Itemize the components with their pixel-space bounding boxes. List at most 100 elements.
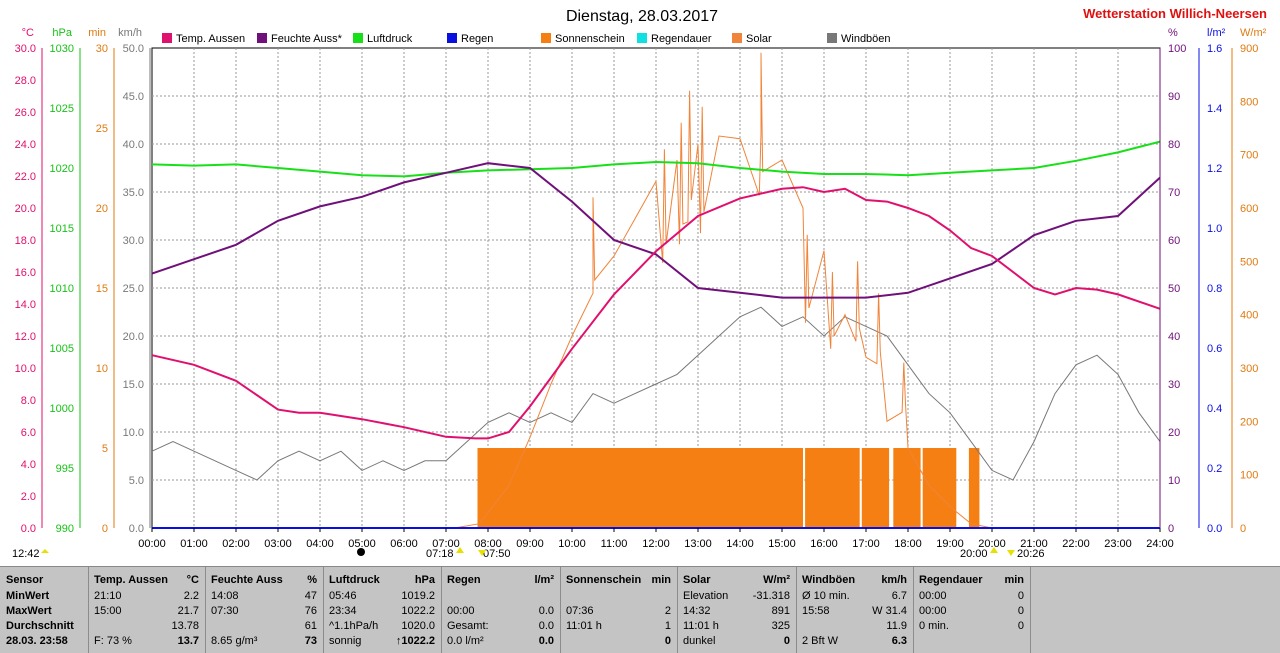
axis-unit-left: °C (22, 27, 34, 39)
axis-tick-right: 0 (1168, 523, 1174, 535)
axis-tick-label-x: 10:00 (558, 538, 586, 550)
axis-tick-right: 80 (1168, 139, 1180, 151)
axis-tick-left: 1030 (50, 43, 74, 55)
stats-row: dunkel 0 (683, 635, 790, 647)
axis-tick-right: 100 (1168, 43, 1186, 55)
stats-header: Feuchte Auss% (211, 574, 317, 586)
axis-tick-label-x: 17:00 (852, 538, 880, 550)
axis-tick-right: 0 (1240, 523, 1246, 535)
axis-tick-right: 40 (1168, 331, 1180, 343)
legend-label: Solar (746, 33, 772, 45)
axis-tick-label-x: 16:00 (810, 538, 838, 550)
legend-swatch (637, 33, 647, 43)
stats-row: Ø 10 min. 6.7 (802, 590, 907, 602)
stats-column: Regen l/m² 00:00 0.0 Gesamt: 0.0 0.0 l/m² 0.0 (441, 567, 561, 653)
stats-row: 11.9 (886, 620, 907, 632)
axis-tick-left: 45.0 (123, 91, 144, 103)
sunset-time-b: 20:26 (1017, 548, 1045, 560)
axis-unit-left: hPa (52, 27, 72, 39)
stats-row: 00:00 0.0 (447, 605, 554, 617)
axis-tick-left: 15.0 (123, 379, 144, 391)
statistics-table: Sensor MinWert MaxWert Durchschnitt 28.03. 2… (0, 566, 1280, 653)
chart-title: Dienstag, 28.03.2017 (566, 8, 718, 25)
stats-row: 00:00 0 (919, 590, 1024, 602)
weather-chart: °C 30.0 28.0 26.0 24.0 22.0 20.0 18.0 16.0 14.0 12… (12, 6, 1267, 560)
axis-tick-left: 50.0 (123, 43, 144, 55)
axis-tick-label-x: 09:00 (516, 538, 544, 550)
sunshine-bars (477, 448, 980, 528)
axis-tick-label-x: 11:00 (601, 538, 628, 550)
sunshine-bar (968, 448, 980, 528)
stats-row: 11:01 h 325 (683, 620, 790, 632)
stats-row: MinWert (6, 590, 50, 602)
stats-row: 13.78 (171, 620, 199, 632)
axis-tick-left: 40.0 (123, 139, 144, 151)
axis-tick-label-x: 14:00 (726, 538, 754, 550)
legend-label: Regen (461, 33, 493, 45)
stats-row: 15:00 21.7 (94, 605, 199, 617)
axis-tick-left: 16.0 (15, 267, 36, 279)
axis-tick-right: 30 (1168, 379, 1180, 391)
axis-tick-left: 20.0 (15, 203, 36, 215)
sunrise-time-a: 07:18 (426, 548, 454, 560)
stats-row: 2 Bft W 6.3 (802, 635, 907, 647)
axis-tick-right: 900 (1240, 43, 1258, 55)
axis-tick-left: 22.0 (15, 171, 36, 183)
stats-row: F: 73 % 13.7 (94, 635, 199, 647)
axis-tick-left: 18.0 (15, 235, 36, 247)
stats-column: Regendauer min 00:00 0 00:00 0 0 min. 0 (913, 567, 1031, 653)
axis-tick-label-x: 23:00 (1104, 538, 1132, 550)
axis-tick-left: 995 (56, 463, 74, 475)
axis-tick-label-x: 04:00 (306, 538, 334, 550)
axis-tick-left: 990 (56, 523, 74, 535)
axis-tick-right: 0.0 (1207, 523, 1222, 535)
axis-tick-right: 20 (1168, 427, 1180, 439)
sunset-time-a: 20:00 (960, 548, 988, 560)
axis-tick-left: 12.0 (15, 331, 36, 343)
axis-tick-right: 60 (1168, 235, 1180, 247)
sunshine-bar (861, 448, 890, 528)
axis-tick-left: 25 (96, 123, 108, 135)
stats-header: Sonnenschein min (566, 574, 671, 586)
axis-tick-right: 0.8 (1207, 283, 1222, 295)
axis-tick-left: 5.0 (129, 475, 144, 487)
axis-unit-right: W/m² (1240, 27, 1267, 39)
legend-swatch (257, 33, 267, 43)
axis-tick-label-x: 06:00 (390, 538, 418, 550)
axis-tick-left: 24.0 (15, 139, 36, 151)
stats-column: Sensor MinWert MaxWert Durchschnitt 28.03. 2… (0, 567, 89, 653)
axis-tick-right: 10 (1168, 475, 1180, 487)
stats-row: 0.0 l/m² 0.0 (447, 635, 554, 647)
axis-tick-left: 10.0 (15, 363, 36, 375)
axis-tick-left: 8.0 (21, 395, 36, 407)
axis-tick-label-x: 22:00 (1062, 538, 1090, 550)
sunshine-bar (805, 448, 860, 528)
stats-row: ^1.1hPa/h 1020.0 (329, 620, 435, 632)
legend-label: Temp. Aussen (176, 33, 245, 45)
stats-row: Gesamt: 0.0 (447, 620, 554, 632)
axis-tick-right: 300 (1240, 363, 1258, 375)
axis-tick-left: 26.0 (15, 107, 36, 119)
axis-unit-right: l/m² (1207, 27, 1226, 39)
chart-legend: Temp. Aussen Feuchte Auss* Luftdruck Regen S… (162, 33, 891, 45)
axis-tick-right: 1.2 (1207, 163, 1222, 175)
stats-row (560, 589, 677, 604)
axis-tick-left: 1005 (50, 343, 74, 355)
axis-tick-left: 2.0 (21, 491, 36, 503)
axis-tick-label-x: 13:00 (684, 538, 712, 550)
stats-row (913, 634, 1030, 649)
stats-row: 8.65 g/m³ 73 (211, 635, 317, 647)
legend-swatch (827, 33, 837, 43)
axis-tick-right: 700 (1240, 150, 1258, 162)
axis-tick-label-x: 18:00 (894, 538, 922, 550)
moon-icon (41, 549, 49, 553)
axis-tick-right: 1.6 (1207, 43, 1222, 55)
stats-row: 05:46 1019.2 (329, 590, 435, 602)
stats-header: Solar W/m² (683, 574, 790, 586)
axis-tick-right: 50 (1168, 283, 1180, 295)
axis-tick-left: 5 (102, 443, 108, 455)
axis-tick-label-x: 03:00 (264, 538, 292, 550)
sunshine-bar (477, 448, 803, 528)
axis-tick-right: 1.4 (1207, 103, 1222, 115)
axis-tick-left: 28.0 (15, 75, 36, 87)
